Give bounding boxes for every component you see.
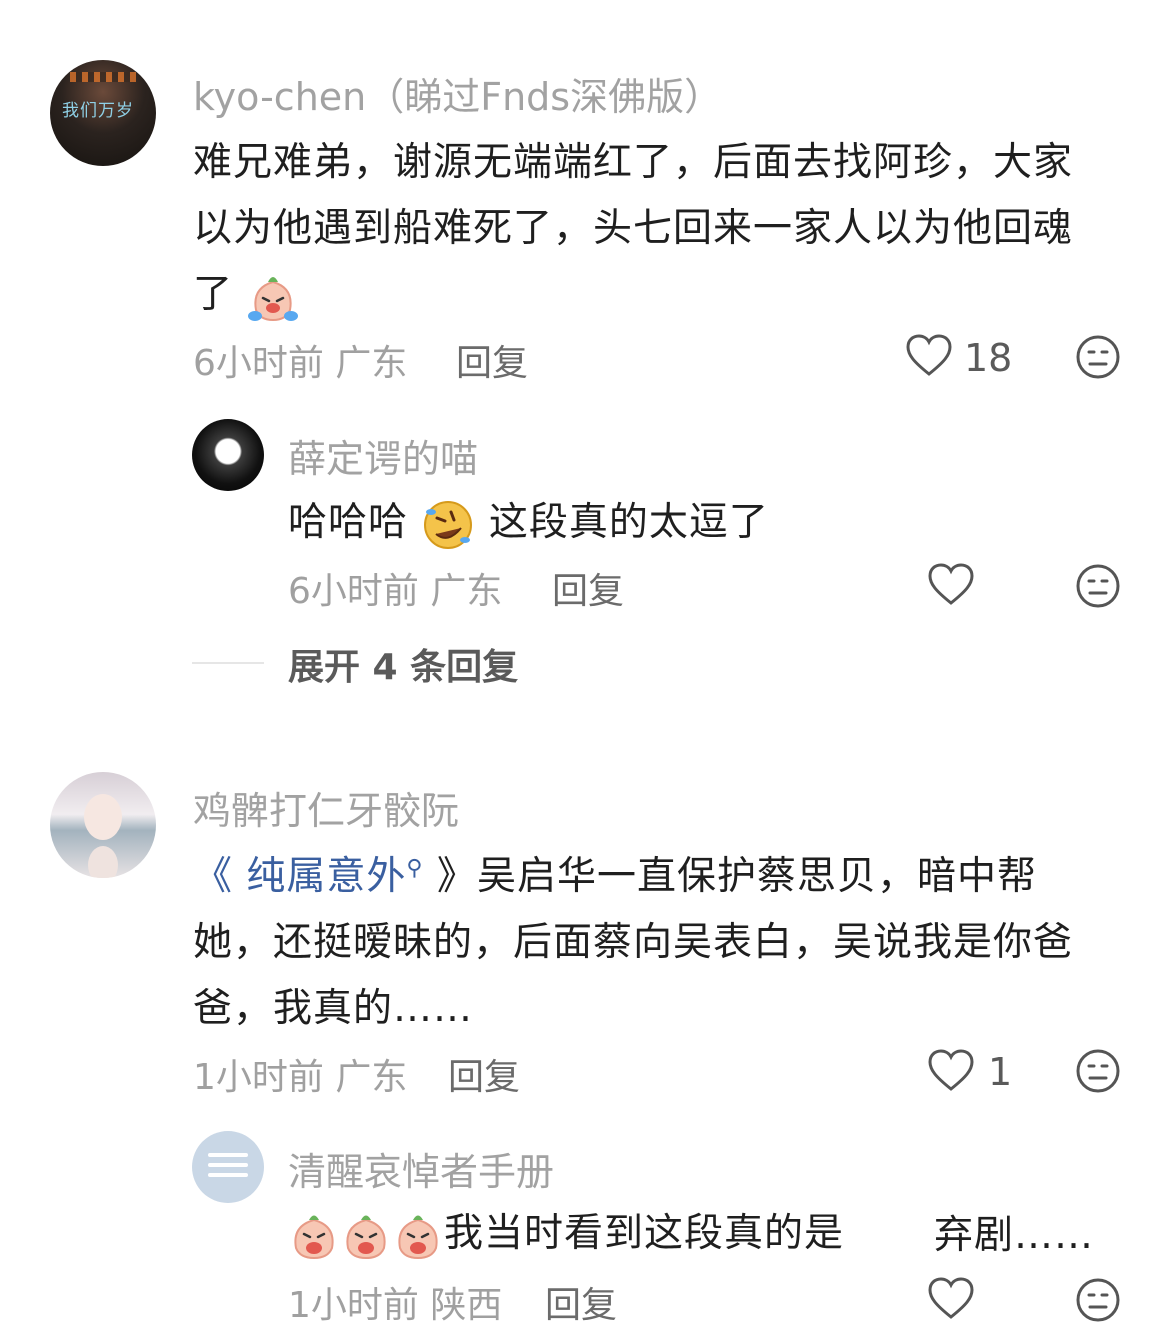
expand-divider	[192, 662, 264, 664]
avatar[interactable]	[192, 1131, 264, 1203]
reply-button[interactable]: 回复	[552, 562, 624, 614]
avatar[interactable]: 我们万岁	[50, 60, 156, 166]
reply-location: 广东	[430, 571, 503, 612]
heart-outline-icon[interactable]	[928, 1277, 974, 1321]
like-count: 1	[988, 1050, 1013, 1094]
reply-time: 6小时前 广东	[288, 562, 502, 614]
reply-button[interactable]: 回复	[456, 334, 528, 386]
avatar[interactable]	[192, 419, 264, 491]
reply-username[interactable]: 薛定谔的喵	[288, 428, 478, 483]
comment-username[interactable]: kyo-chen（睇过Fnds深佛版）	[193, 66, 722, 121]
reply-time-text: 1小时前	[288, 1285, 419, 1326]
reply-text-part: 哈哈哈	[288, 500, 409, 545]
avatar-text: 我们万岁	[62, 101, 134, 121]
avatar[interactable]	[50, 772, 156, 878]
comment-text-line: 了	[193, 263, 300, 324]
title-bracket: 》	[423, 854, 477, 899]
sobbing-emoji	[346, 1215, 386, 1259]
neutral-face-icon[interactable]	[1075, 563, 1121, 609]
reply-button[interactable]: 回复	[448, 1048, 520, 1100]
reply-time: 1小时前 陕西	[288, 1276, 502, 1328]
avatar-line	[208, 1153, 248, 1157]
comment-text-line: 以为他遇到船难死了，头七回来一家人以为他回魂	[193, 206, 1074, 251]
avatar-line	[208, 1163, 248, 1167]
comment-location: 广东	[335, 343, 408, 384]
avatar-line	[208, 1173, 248, 1177]
comment-username[interactable]: 鸡髀打仁牙骹阮	[193, 780, 459, 835]
comment-text-line: 爸，我真的……	[193, 986, 474, 1031]
avatar-decoration	[70, 72, 136, 82]
rolling-laughing-emoji	[424, 500, 473, 549]
search-link-text[interactable]: 《 纯属意外	[193, 854, 406, 899]
neutral-face-icon[interactable]	[1075, 334, 1121, 380]
crying-laughing-emoji	[248, 276, 299, 321]
heart-outline-icon[interactable]	[906, 334, 952, 378]
reply-text: 哈哈哈 这段真的太逗了	[288, 491, 769, 552]
reply-button[interactable]: 回复	[545, 1276, 617, 1328]
comment-location: 广东	[335, 1057, 408, 1098]
comment-text-line: 《 纯属意外⚲ 》吴启华一直保护蔡思贝，暗中帮	[193, 845, 1037, 901]
like-count: 18	[964, 336, 1013, 380]
heart-outline-icon[interactable]	[928, 563, 974, 607]
comment-text-line: 难兄难弟，谢源无端端红了，后面去找阿珍，大家	[193, 140, 1074, 185]
avatar-face	[84, 794, 122, 840]
reply-username[interactable]: 清醒哀悼者手册	[288, 1141, 554, 1196]
neutral-face-icon[interactable]	[1075, 1277, 1121, 1323]
reply-text-part: 我当时看到这段真的是	[444, 1211, 845, 1256]
reply-text-part: 这段真的太逗了	[488, 500, 769, 545]
search-icon[interactable]: ⚲	[406, 856, 423, 881]
comment-text: 吴启华一直保护蔡思贝，暗中帮	[476, 854, 1037, 899]
comment-time: 6小时前 广东	[193, 334, 407, 386]
comment-time: 1小时前 广东	[193, 1048, 407, 1100]
comment-text-line: 她，还挺暧昧的，后面蔡向吴表白，吴说我是你爸	[193, 920, 1074, 965]
search-link[interactable]: 《 纯属意外⚲	[193, 854, 424, 899]
sobbing-emoji	[398, 1215, 438, 1259]
comment-text: 了	[193, 272, 234, 317]
reply-text: 我当时看到这段真的是	[288, 1202, 844, 1262]
sobbing-emoji	[294, 1215, 334, 1259]
comment-time-text: 1小时前	[193, 1057, 324, 1098]
reply-location: 陕西	[430, 1285, 503, 1326]
neutral-face-icon[interactable]	[1075, 1048, 1121, 1094]
heart-outline-icon[interactable]	[928, 1049, 974, 1093]
comment-time-text: 6小时前	[193, 343, 324, 384]
reply-text-tail: 弃剧……	[934, 1213, 1095, 1258]
expand-replies-button[interactable]: 展开 4 条回复	[288, 638, 518, 690]
reply-time-text: 6小时前	[288, 571, 419, 612]
